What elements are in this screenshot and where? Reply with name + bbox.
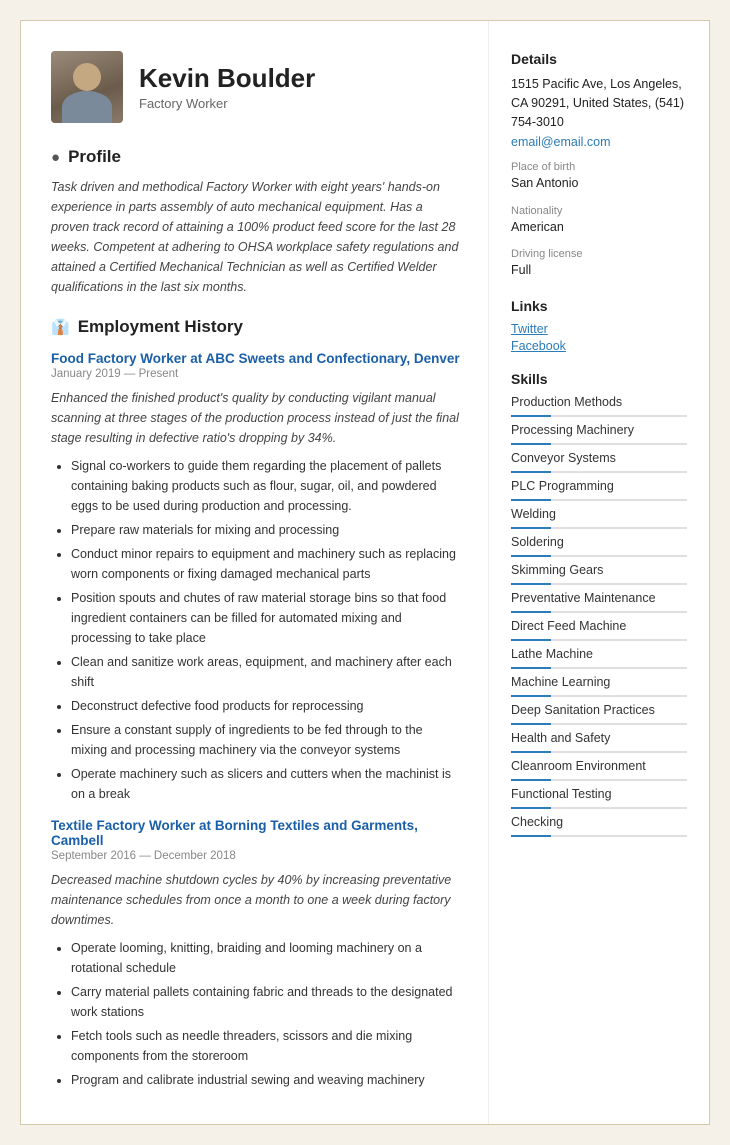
driving-license-value: Full: [511, 262, 687, 280]
skill-item: Checking: [511, 815, 687, 837]
skill-item: Welding: [511, 507, 687, 529]
skill-item: Machine Learning: [511, 675, 687, 697]
candidate-name: Kevin Boulder: [139, 63, 315, 94]
facebook-link[interactable]: Facebook: [511, 339, 687, 353]
skill-item: Health and Safety: [511, 731, 687, 753]
job-2-desc: Decreased machine shutdown cycles by 40%…: [51, 870, 460, 930]
skill-item: PLC Programming: [511, 479, 687, 501]
list-item: Signal co-workers to guide them regardin…: [71, 456, 460, 516]
resume-header: Kevin Boulder Factory Worker: [51, 51, 460, 123]
skill-item: Functional Testing: [511, 787, 687, 809]
list-item: Program and calibrate industrial sewing …: [71, 1070, 460, 1090]
list-item: Carry material pallets containing fabric…: [71, 982, 460, 1022]
avatar: [51, 51, 123, 123]
list-item: Conduct minor repairs to equipment and m…: [71, 544, 460, 584]
profile-section-title: ● Profile: [51, 147, 460, 167]
resume-container: Kevin Boulder Factory Worker ● Profile T…: [20, 20, 710, 1125]
place-of-birth-label: Place of birth: [511, 161, 687, 173]
nationality-value: American: [511, 219, 687, 237]
skill-item: Cleanroom Environment: [511, 759, 687, 781]
list-item: Operate looming, knitting, braiding and …: [71, 938, 460, 978]
skills-list: Production Methods Processing Machinery Co…: [511, 395, 687, 837]
job-1-title: Food Factory Worker at ABC Sweets and Co…: [51, 351, 460, 366]
skill-item: Direct Feed Machine: [511, 619, 687, 641]
skill-item: Lathe Machine: [511, 647, 687, 669]
list-item: Prepare raw materials for mixing and pro…: [71, 520, 460, 540]
job-2-dates: September 2016 — December 2018: [51, 850, 460, 862]
details-section-title: Details: [511, 51, 687, 67]
list-item: Operate machinery such as slicers and cu…: [71, 764, 460, 804]
job-1-dates: January 2019 — Present: [51, 368, 460, 380]
job-1-bullets: Signal co-workers to guide them regardin…: [51, 456, 460, 804]
skill-item: Deep Sanitation Practices: [511, 703, 687, 725]
twitter-link[interactable]: Twitter: [511, 322, 687, 336]
driving-license-label: Driving license: [511, 248, 687, 260]
skill-item: Soldering: [511, 535, 687, 557]
skill-item: Skimming Gears: [511, 563, 687, 585]
job-2-bullets: Operate looming, knitting, braiding and …: [51, 938, 460, 1090]
candidate-title: Factory Worker: [139, 96, 315, 111]
detail-email: email@email.com: [511, 135, 687, 149]
list-item: Deconstruct defective food products for …: [71, 696, 460, 716]
left-column: Kevin Boulder Factory Worker ● Profile T…: [21, 21, 489, 1124]
nationality-label: Nationality: [511, 205, 687, 217]
skills-section-title: Skills: [511, 371, 687, 387]
job-1-desc: Enhanced the finished product's quality …: [51, 388, 460, 448]
employment-section-title: 👔 Employment History: [51, 317, 460, 337]
list-item: Clean and sanitize work areas, equipment…: [71, 652, 460, 692]
job-2-title: Textile Factory Worker at Borning Textil…: [51, 818, 460, 848]
header-info: Kevin Boulder Factory Worker: [139, 63, 315, 111]
list-item: Position spouts and chutes of raw materi…: [71, 588, 460, 648]
skill-item: Preventative Maintenance: [511, 591, 687, 613]
list-item: Fetch tools such as needle threaders, sc…: [71, 1026, 460, 1066]
list-item: Ensure a constant supply of ingredients …: [71, 720, 460, 760]
profile-icon: ●: [51, 149, 60, 166]
skill-item: Production Methods: [511, 395, 687, 417]
detail-address: 1515 Pacific Ave, Los Angeles, CA 90291,…: [511, 75, 687, 131]
profile-text: Task driven and methodical Factory Worke…: [51, 177, 460, 297]
employment-icon: 👔: [51, 318, 70, 336]
skill-item: Conveyor Systems: [511, 451, 687, 473]
skill-item: Processing Machinery: [511, 423, 687, 445]
place-of-birth-value: San Antonio: [511, 175, 687, 193]
links-section-title: Links: [511, 298, 687, 314]
right-column: Details 1515 Pacific Ave, Los Angeles, C…: [489, 21, 709, 1124]
